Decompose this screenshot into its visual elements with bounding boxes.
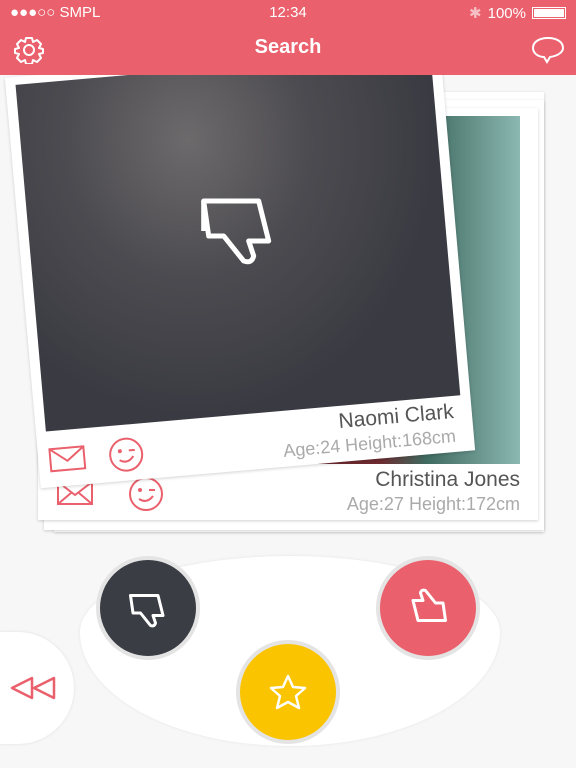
profile-photo (15, 48, 461, 432)
favorite-button[interactable] (236, 640, 340, 744)
mail-icon[interactable] (47, 444, 87, 473)
wink-icon[interactable] (107, 435, 146, 474)
status-bar: ●●●○○ SMPL 12:34 ✱ 100% (10, 4, 566, 22)
dislike-button[interactable] (96, 556, 200, 660)
rewind-button[interactable] (0, 632, 74, 744)
profile-meta: Age:27 Height:172cm (346, 494, 520, 514)
battery-icon (532, 7, 566, 19)
header: ●●●○○ SMPL 12:34 ✱ 100% Search (0, 0, 576, 75)
page-title: Search (254, 36, 322, 58)
thumbs-down-icon (201, 198, 272, 265)
like-button[interactable] (376, 556, 480, 660)
battery-text: 100% (487, 4, 526, 22)
star-icon (269, 674, 307, 710)
bluetooth-icon: ✱ (469, 5, 482, 22)
wink-icon[interactable] (128, 476, 164, 512)
thumbs-up-icon (411, 588, 447, 622)
profile-name: Christina Jones (375, 468, 520, 491)
rewind-icon (10, 676, 56, 700)
chat-bubble-icon[interactable] (530, 36, 566, 64)
profile-card-front[interactable]: Naomi Clark Age:24 Height:168cm (4, 39, 476, 489)
thumbs-down-icon (129, 594, 165, 628)
